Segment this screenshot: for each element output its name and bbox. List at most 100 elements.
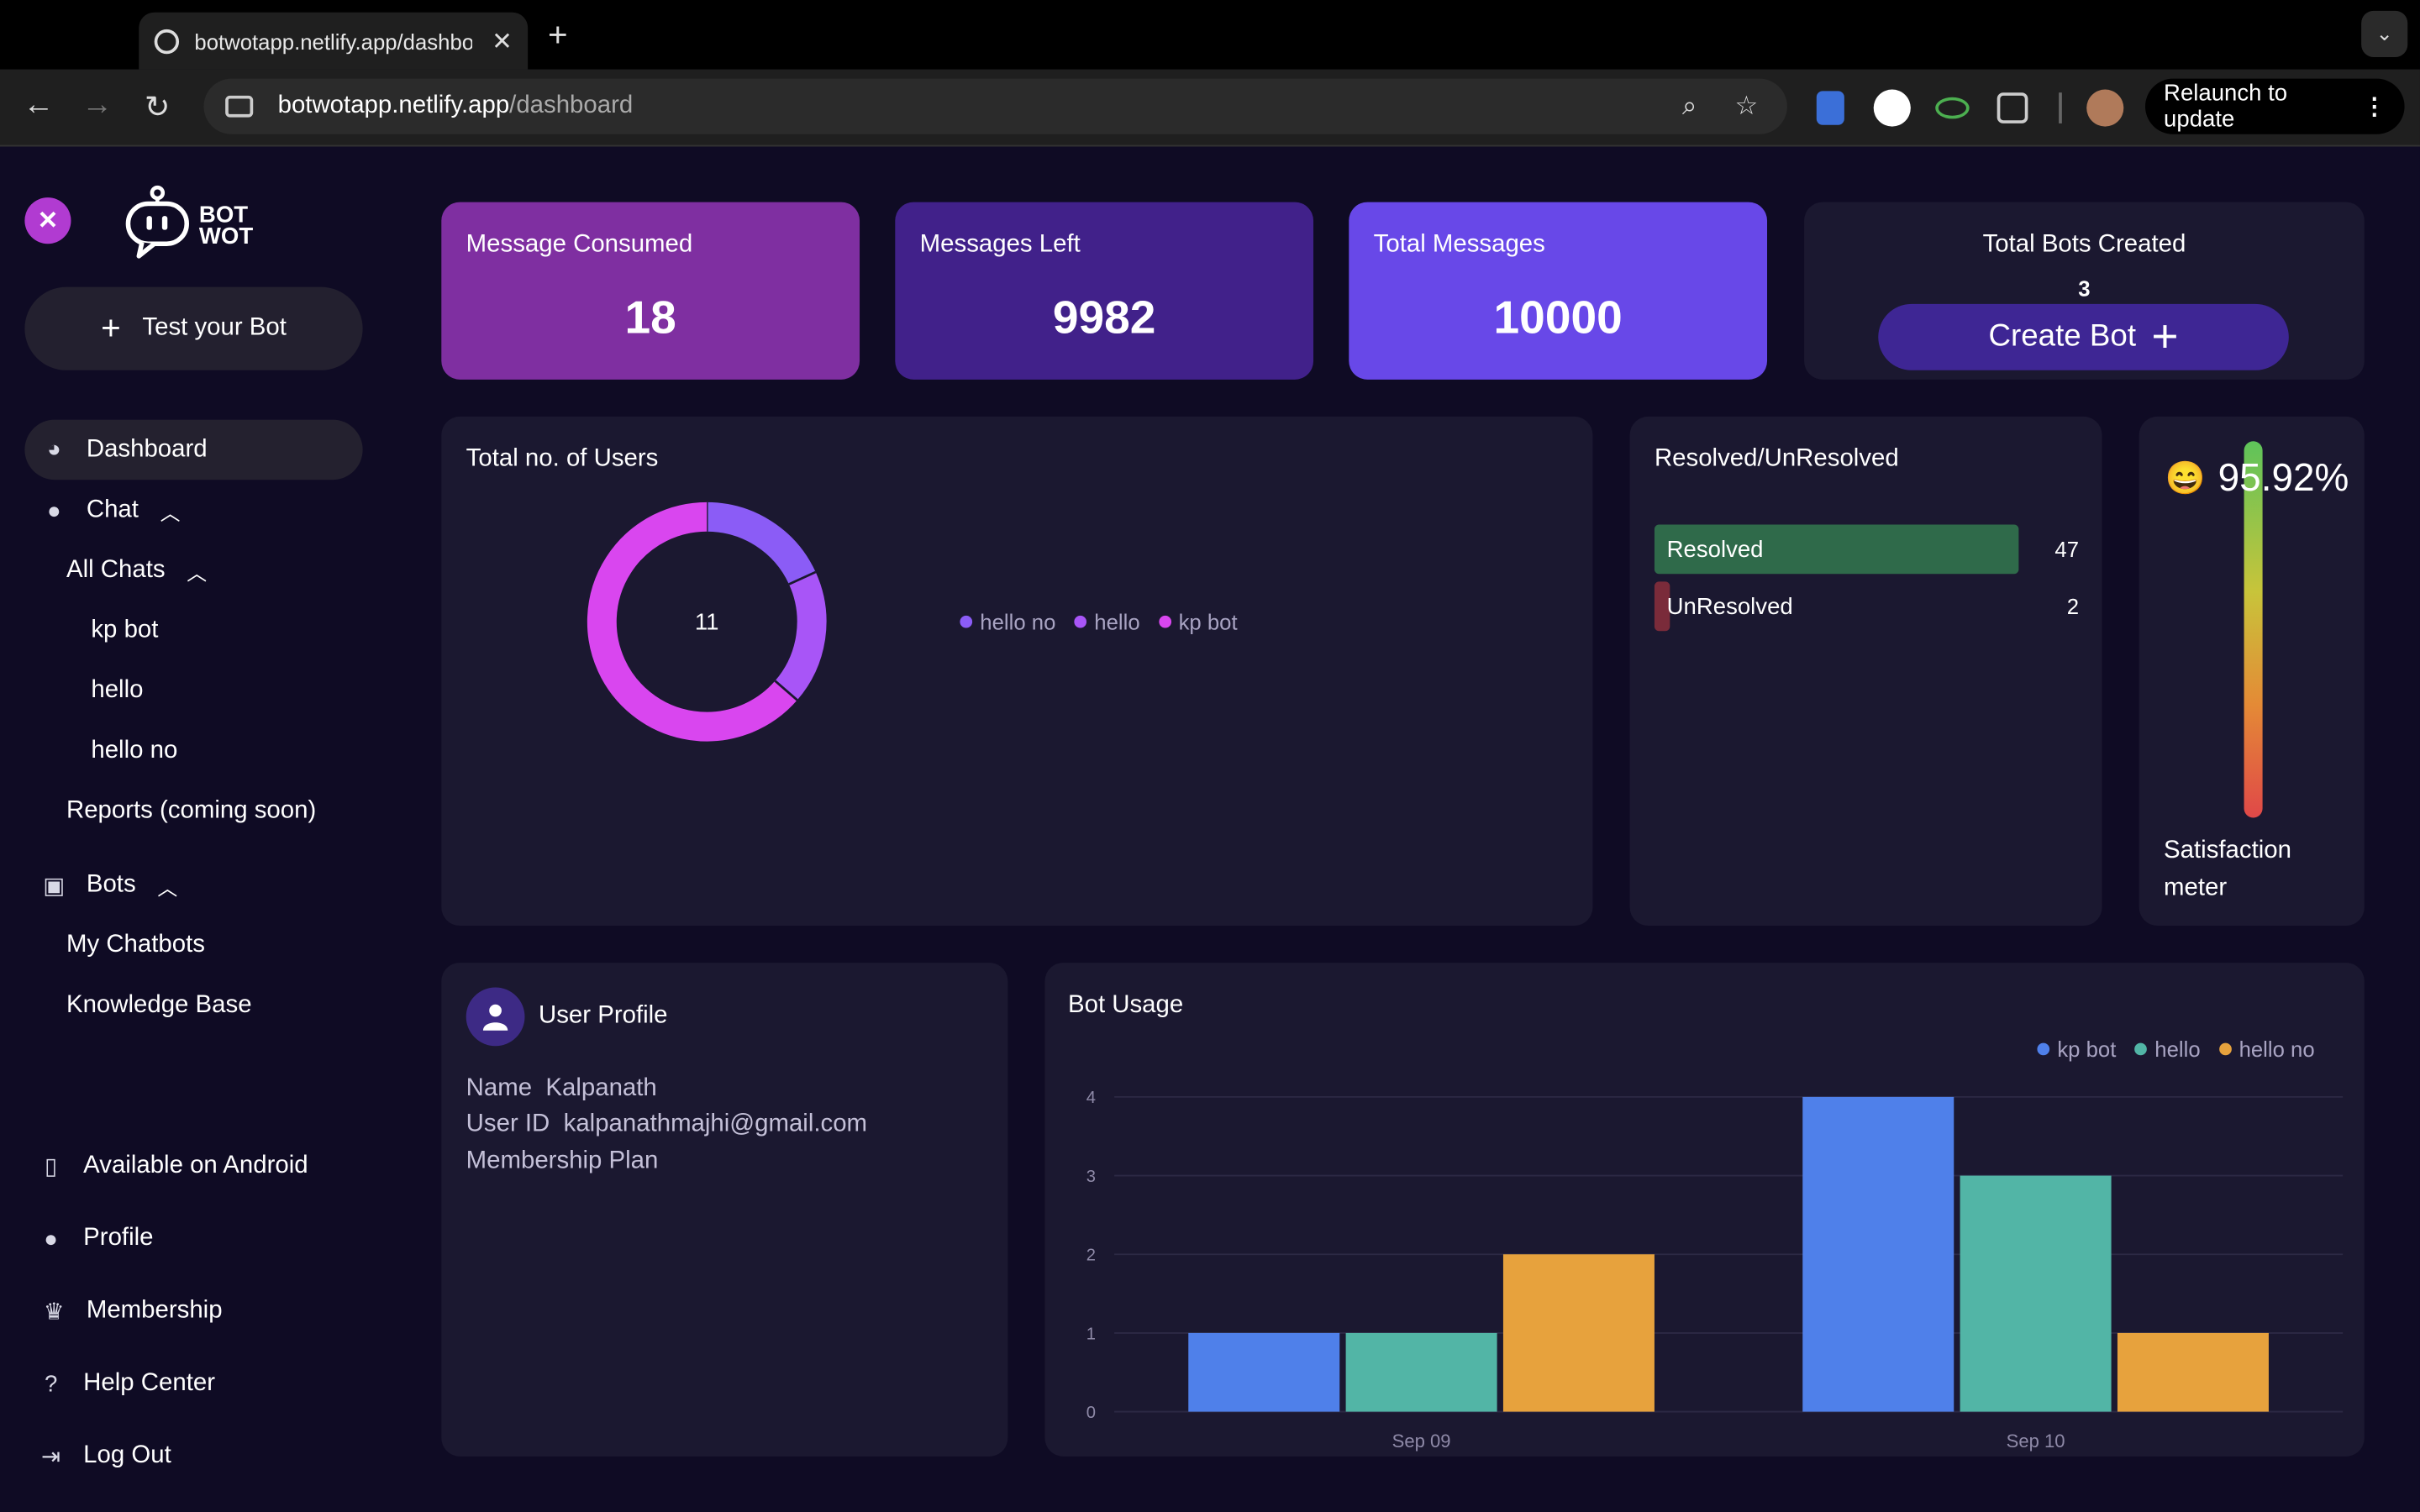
reload-icon[interactable]: ↻ [137,88,177,127]
sidebar-item-chat-hello-no[interactable]: hello no [91,734,177,768]
bot-usage-bar-chart: 0 1 2 3 4 Sep 09 Sep 10 [1086,1089,2344,1452]
card-label: Message Consumed [466,231,693,258]
legend-dot [2037,1042,2050,1056]
sidebar-item-all-chats[interactable]: All Chats ︿ [66,554,207,587]
back-icon[interactable]: ← [18,88,59,123]
url-path: /dashboard [509,92,634,119]
sidebar-item-membership[interactable]: ♛ Membership [40,1294,223,1328]
sidebar-item-chat[interactable]: ● Chat ︿ [40,494,181,528]
users-donut-chart: 11 [587,501,827,742]
donut-slice-hello-no[interactable] [706,501,816,585]
y-tick-label: 0 [1086,1404,1096,1422]
sidebar-item-label: kp bot [91,617,159,643]
sidebar-item-label: Log Out [83,1442,171,1469]
card-value: 18 [624,292,676,344]
avatar[interactable] [2086,89,2124,127]
address-bar[interactable]: botwotapp.netlify.app/dashboard ⌕ ☆ [203,78,1787,134]
satisfaction-value: 95.92% [2217,456,2349,501]
bar-kp-bot-Sep-10[interactable] [1802,1096,1954,1412]
sidebar-item-label: Membership [86,1297,223,1324]
users-legend: hello no hello kp bot [960,609,1255,634]
sidebar-item-bots[interactable]: ▣ Bots ︿ [40,869,178,902]
bot-usage-title: Bot Usage [1067,991,1184,1019]
donut-slice-hello[interactable] [775,572,827,701]
bar-hello-no-Sep-09[interactable] [1502,1254,1655,1412]
user-avatar-icon [466,987,525,1047]
sidebar-item-chat-hello[interactable]: hello [91,675,143,708]
dashboard-gauge-icon: ◕ [46,436,61,464]
bar-kp-bot-Sep-09[interactable] [1188,1332,1340,1412]
zoom-icon[interactable]: ⌕ [1682,91,1697,122]
extensions-puzzle-icon[interactable] [1996,92,2028,123]
browser-tab[interactable]: botwotapp.netlify.app/dashboard ✕ [139,12,529,70]
messages-left-card: Messages Left 9982 [895,202,1314,380]
sidebar-item-label: Reports (coming soon) [66,797,317,824]
bar-hello-Sep-10[interactable] [1960,1175,2112,1412]
sidebar-item-android[interactable]: ▯ Available on Android [37,1149,308,1183]
resolved-panel-title: Resolved/UnResolved [1654,445,1899,473]
sidebar-item-knowledge-base[interactable]: Knowledge Base [66,989,252,1022]
y-tick-label: 2 [1086,1247,1096,1265]
legend-item-hello[interactable]: hello [1074,609,1140,634]
sidebar-item-label: Bots [86,871,136,898]
new-tab-icon[interactable]: + [548,15,568,55]
close-tab-icon[interactable]: ✕ [492,25,513,56]
card-value: 3 [2078,276,2091,302]
extension-icon[interactable] [1935,97,1970,119]
sidebar-item-reports[interactable]: Reports (coming soon) [66,795,316,828]
legend-label: hello no [2238,1037,2315,1062]
legend-item-hello-no[interactable]: hello no [960,609,1055,634]
sidebar-item-chat-kp-bot[interactable]: kp bot [91,614,158,648]
chevron-up-icon[interactable]: ︿ [157,871,177,900]
browser-tab-bar: botwotapp.netlify.app/dashboard ✕ + ⌄ [0,0,2420,70]
bar-hello-no-Sep-10[interactable] [2117,1332,2269,1412]
forward-icon[interactable]: → [77,88,118,123]
favicon-icon [154,28,180,54]
sidebar-item-profile[interactable]: ● Profile [37,1222,153,1256]
x-tick-label: Sep 10 [2007,1431,2065,1452]
extension-icon[interactable] [1873,89,1911,127]
bar-hello-Sep-09[interactable] [1345,1332,1497,1412]
message-consumed-card: Message Consumed 18 [441,202,860,380]
bookmark-star-icon[interactable]: ☆ [1734,91,1758,122]
relaunch-button[interactable]: Relaunch to update ⋮ [2145,78,2405,134]
sidebar-item-label: Chat [86,496,139,523]
y-tick-label: 3 [1086,1168,1096,1186]
help-circle-icon: ? [44,1370,58,1398]
card-value: 9982 [1052,292,1156,344]
resolved-panel [1629,416,2102,927]
chevron-up-icon[interactable]: ︿ [160,496,181,525]
extension-icon[interactable] [1816,91,1844,125]
profile-field-label: Membership Plan [466,1147,659,1174]
sidebar-item-my-chatbots[interactable]: My Chatbots [66,929,205,963]
plus-icon: + [2151,311,2179,362]
profile-field-value: Kalpanath [545,1075,657,1102]
profile-field-label: Name [466,1075,533,1102]
legend-label: hello [1094,609,1140,634]
profile-plan-row: Membership Plan [466,1148,659,1176]
create-bot-button[interactable]: Create Bot + [1878,303,2289,370]
y-tick-label: 4 [1086,1089,1096,1107]
sidebar-item-label: Help Center [83,1369,215,1397]
tab-search-icon[interactable]: ⌄ [2361,10,2408,57]
card-label: Total Bots Created [1982,231,2186,258]
legend-item-kp-bot[interactable]: kp bot [1158,609,1238,634]
site-info-icon[interactable] [225,95,254,118]
sidebar-item-log-out[interactable]: ⇥ Log Out [37,1440,171,1473]
sidebar-item-label: hello [91,677,144,704]
legend-item-hello-no[interactable]: hello no [2218,1037,2315,1062]
user-profile-title: User Profile [539,1002,668,1030]
legend-item-kp-bot[interactable]: kp bot [2037,1037,2116,1062]
legend-item-hello[interactable]: hello [2134,1037,2201,1062]
close-sidebar-button[interactable]: ✕ [24,197,71,244]
card-label: Total Messages [1373,231,1545,258]
chevron-up-icon[interactable]: ︿ [187,556,207,585]
test-your-bot-button[interactable]: + Test your Bot [24,286,363,370]
legend-label: kp bot [1178,609,1238,634]
menu-dots-icon[interactable]: ⋮ [2363,92,2386,120]
sidebar-item-label: hello no [91,737,178,764]
sidebar-item-help-center[interactable]: ? Help Center [37,1367,215,1400]
chat-bubble-icon: ● [46,497,61,524]
sidebar-item-dashboard[interactable]: ◕ Dashboard [24,419,363,480]
plus-icon: + [101,308,121,348]
